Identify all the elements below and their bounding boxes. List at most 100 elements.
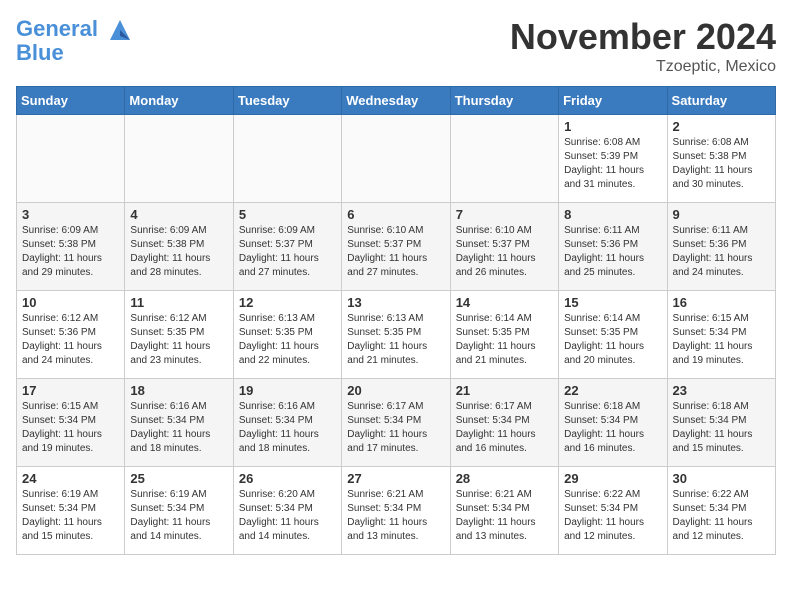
- day-info: Sunrise: 6:08 AMSunset: 5:38 PMDaylight:…: [673, 136, 770, 192]
- calendar-day-header: Monday: [125, 87, 233, 115]
- day-info: Sunrise: 6:10 AMSunset: 5:37 PMDaylight:…: [347, 224, 444, 280]
- day-number: 13: [347, 295, 444, 310]
- calendar-cell: 16 Sunrise: 6:15 AMSunset: 5:34 PMDayligh…: [667, 291, 775, 379]
- calendar-cell: [450, 115, 558, 203]
- logo-line1: General: [16, 16, 98, 41]
- day-info: Sunrise: 6:09 AMSunset: 5:37 PMDaylight:…: [239, 224, 336, 280]
- calendar-cell: 3Sunrise: 6:09 AMSunset: 5:38 PMDaylight…: [17, 203, 125, 291]
- day-number: 5: [239, 207, 336, 222]
- calendar-cell: 2 Sunrise: 6:08 AMSunset: 5:38 PMDaylight…: [667, 115, 775, 203]
- day-number: 3: [22, 207, 119, 222]
- day-number: 24: [22, 471, 119, 486]
- calendar-cell: 9Sunrise: 6:11 AMSunset: 5:36 PMDaylight…: [667, 203, 775, 291]
- calendar-header-row: SundayMondayTuesdayWednesdayThursdayFrid…: [17, 87, 776, 115]
- day-info: Sunrise: 6:15 AMSunset: 5:34 PMDaylight:…: [22, 400, 119, 456]
- calendar-cell: 21Sunrise: 6:17 AMSunset: 5:34 PMDayligh…: [450, 379, 558, 467]
- location: Tzoeptic, Mexico: [510, 58, 776, 76]
- calendar-cell: 1Sunrise: 6:08 AMSunset: 5:39 PMDaylight…: [559, 115, 667, 203]
- calendar-day-header: Thursday: [450, 87, 558, 115]
- day-number: 17: [22, 383, 119, 398]
- day-number: 28: [456, 471, 553, 486]
- calendar-cell: 25 Sunrise: 6:19 AMSunset: 5:34 PMDayligh…: [125, 467, 233, 555]
- calendar-cell: 17 Sunrise: 6:15 AMSunset: 5:34 PMDayligh…: [17, 379, 125, 467]
- calendar-week-row: 3 Sunrise: 6:09 AMSunset: 5:38 PMDaylight…: [17, 203, 776, 291]
- day-number: 25: [130, 471, 227, 486]
- calendar-cell: [233, 115, 341, 203]
- day-number: 15: [564, 295, 661, 310]
- day-info: Sunrise: 6:14 AMSunset: 5:35 PMDaylight:…: [564, 312, 661, 368]
- calendar-cell: [17, 115, 125, 203]
- day-info: Sunrise: 6:16 AMSunset: 5:34 PMDaylight:…: [239, 400, 336, 456]
- day-number: 4: [130, 207, 227, 222]
- calendar-cell: 4 Sunrise: 6:09 AMSunset: 5:38 PMDaylight…: [125, 203, 233, 291]
- calendar-cell: 27 Sunrise: 6:21 AMSunset: 5:34 PMDayligh…: [342, 467, 450, 555]
- logo: General Blue: [16, 16, 134, 66]
- calendar-cell: 15 Sunrise: 6:14 AMSunset: 5:35 PMDayligh…: [559, 291, 667, 379]
- day-number: 9: [673, 207, 770, 222]
- calendar-day-header: Tuesday: [233, 87, 341, 115]
- day-info: Sunrise: 6:16 AMSunset: 5:34 PMDaylight:…: [130, 400, 227, 456]
- page-header: General Blue November 2024 Tzoeptic, Mex…: [16, 16, 776, 76]
- calendar-day-header: Saturday: [667, 87, 775, 115]
- day-number: 7: [456, 207, 553, 222]
- calendar-day-header: Wednesday: [342, 87, 450, 115]
- day-info: Sunrise: 6:12 AMSunset: 5:35 PMDaylight:…: [130, 312, 227, 368]
- calendar-cell: 26Sunrise: 6:20 AMSunset: 5:34 PMDayligh…: [233, 467, 341, 555]
- day-info: Sunrise: 6:11 AMSunset: 5:36 PMDaylight:…: [564, 224, 661, 280]
- day-info: Sunrise: 6:15 AMSunset: 5:34 PMDaylight:…: [673, 312, 770, 368]
- day-info: Sunrise: 6:19 AMSunset: 5:34 PMDaylight:…: [130, 488, 227, 544]
- day-info: Sunrise: 6:22 AMSunset: 5:34 PMDaylight:…: [673, 488, 770, 544]
- calendar-cell: 11Sunrise: 6:12 AMSunset: 5:35 PMDayligh…: [125, 291, 233, 379]
- day-number: 22: [564, 383, 661, 398]
- day-info: Sunrise: 6:18 AMSunset: 5:34 PMDaylight:…: [673, 400, 770, 456]
- day-info: Sunrise: 6:18 AMSunset: 5:34 PMDaylight:…: [564, 400, 661, 456]
- calendar-cell: 10Sunrise: 6:12 AMSunset: 5:36 PMDayligh…: [17, 291, 125, 379]
- day-number: 12: [239, 295, 336, 310]
- day-info: Sunrise: 6:13 AMSunset: 5:35 PMDaylight:…: [239, 312, 336, 368]
- calendar-week-row: 17 Sunrise: 6:15 AMSunset: 5:34 PMDayligh…: [17, 379, 776, 467]
- day-number: 19: [239, 383, 336, 398]
- calendar-day-header: Friday: [559, 87, 667, 115]
- day-number: 16: [673, 295, 770, 310]
- calendar-body: 1Sunrise: 6:08 AMSunset: 5:39 PMDaylight…: [17, 115, 776, 555]
- calendar-cell: 8 Sunrise: 6:11 AMSunset: 5:36 PMDaylight…: [559, 203, 667, 291]
- calendar-day-header: Sunday: [17, 87, 125, 115]
- day-number: 20: [347, 383, 444, 398]
- day-number: 2: [673, 119, 770, 134]
- calendar-cell: 18 Sunrise: 6:16 AMSunset: 5:34 PMDayligh…: [125, 379, 233, 467]
- day-number: 6: [347, 207, 444, 222]
- day-number: 23: [673, 383, 770, 398]
- day-info: Sunrise: 6:21 AMSunset: 5:34 PMDaylight:…: [347, 488, 444, 544]
- day-number: 14: [456, 295, 553, 310]
- day-info: Sunrise: 6:14 AMSunset: 5:35 PMDaylight:…: [456, 312, 553, 368]
- day-number: 8: [564, 207, 661, 222]
- calendar-week-row: 10Sunrise: 6:12 AMSunset: 5:36 PMDayligh…: [17, 291, 776, 379]
- calendar-cell: 22 Sunrise: 6:18 AMSunset: 5:34 PMDayligh…: [559, 379, 667, 467]
- day-info: Sunrise: 6:09 AMSunset: 5:38 PMDaylight:…: [130, 224, 227, 280]
- day-info: Sunrise: 6:08 AMSunset: 5:39 PMDaylight:…: [564, 136, 661, 192]
- calendar-cell: 12 Sunrise: 6:13 AMSunset: 5:35 PMDayligh…: [233, 291, 341, 379]
- day-number: 10: [22, 295, 119, 310]
- calendar-week-row: 24 Sunrise: 6:19 AMSunset: 5:34 PMDayligh…: [17, 467, 776, 555]
- calendar-cell: 13Sunrise: 6:13 AMSunset: 5:35 PMDayligh…: [342, 291, 450, 379]
- calendar-week-row: 1Sunrise: 6:08 AMSunset: 5:39 PMDaylight…: [17, 115, 776, 203]
- day-info: Sunrise: 6:21 AMSunset: 5:34 PMDaylight:…: [456, 488, 553, 544]
- calendar-cell: 14 Sunrise: 6:14 AMSunset: 5:35 PMDayligh…: [450, 291, 558, 379]
- calendar-cell: 5 Sunrise: 6:09 AMSunset: 5:37 PMDaylight…: [233, 203, 341, 291]
- day-info: Sunrise: 6:10 AMSunset: 5:37 PMDaylight:…: [456, 224, 553, 280]
- day-number: 30: [673, 471, 770, 486]
- calendar-cell: 20 Sunrise: 6:17 AMSunset: 5:34 PMDayligh…: [342, 379, 450, 467]
- calendar-cell: 6 Sunrise: 6:10 AMSunset: 5:37 PMDaylight…: [342, 203, 450, 291]
- logo-icon: [106, 16, 134, 44]
- day-number: 27: [347, 471, 444, 486]
- calendar-cell: 29Sunrise: 6:22 AMSunset: 5:34 PMDayligh…: [559, 467, 667, 555]
- day-info: Sunrise: 6:17 AMSunset: 5:34 PMDaylight:…: [347, 400, 444, 456]
- calendar-cell: 7 Sunrise: 6:10 AMSunset: 5:37 PMDaylight…: [450, 203, 558, 291]
- calendar-cell: 19 Sunrise: 6:16 AMSunset: 5:34 PMDayligh…: [233, 379, 341, 467]
- day-info: Sunrise: 6:17 AMSunset: 5:34 PMDaylight:…: [456, 400, 553, 456]
- calendar-cell: 23 Sunrise: 6:18 AMSunset: 5:34 PMDayligh…: [667, 379, 775, 467]
- calendar-cell: 28 Sunrise: 6:21 AMSunset: 5:34 PMDayligh…: [450, 467, 558, 555]
- calendar-cell: 24Sunrise: 6:19 AMSunset: 5:34 PMDayligh…: [17, 467, 125, 555]
- day-number: 18: [130, 383, 227, 398]
- day-info: Sunrise: 6:22 AMSunset: 5:34 PMDaylight:…: [564, 488, 661, 544]
